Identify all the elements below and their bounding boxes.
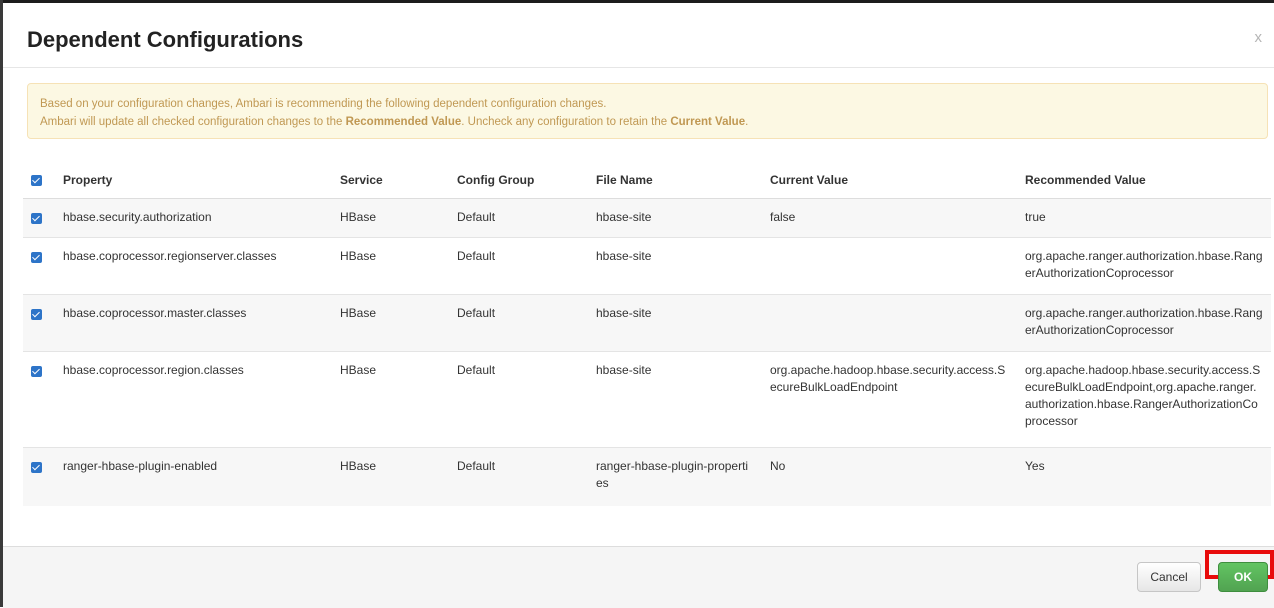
table-row: hbase.coprocessor.region.classes HBase D…	[23, 351, 1271, 448]
table-row: hbase.coprocessor.master.classes HBase D…	[23, 294, 1271, 352]
config-group-cell: Default	[449, 351, 588, 448]
header-file-name: File Name	[588, 162, 762, 199]
select-all-checkbox[interactable]	[31, 175, 42, 187]
table-row: ranger-hbase-plugin-enabled HBase Defaul…	[23, 447, 1271, 506]
window-frame-left	[0, 0, 3, 607]
dialog-footer	[3, 546, 1274, 608]
alert-text: . Uncheck any configuration to retain th…	[461, 116, 671, 128]
current-value-cell: No	[762, 447, 1017, 506]
header-config-group: Config Group	[449, 162, 588, 199]
dependent-config-table: Property Service Config Group File Name …	[23, 162, 1271, 506]
service-cell: HBase	[332, 294, 449, 352]
header-property: Property	[55, 162, 332, 199]
row-checkbox-cell	[23, 447, 55, 506]
alert-text: Ambari will update all checked configura…	[40, 116, 346, 128]
alert-line-2: Ambari will update all checked configura…	[40, 113, 1255, 131]
config-group-cell: Default	[449, 198, 588, 238]
alert-bold-recommended: Recommended Value	[345, 116, 462, 128]
row-checkbox[interactable]	[31, 213, 42, 224]
ok-button[interactable]: OK	[1218, 562, 1268, 592]
file-name-cell: hbase-site	[588, 294, 762, 352]
dialog-header: Dependent Configurations x	[3, 3, 1274, 68]
row-checkbox[interactable]	[31, 462, 42, 473]
current-value-cell: org.apache.hadoop.hbase.security.access.…	[762, 351, 1017, 448]
service-cell: HBase	[332, 447, 449, 506]
property-cell: hbase.coprocessor.region.classes	[55, 351, 332, 448]
property-cell: hbase.coprocessor.regionserver.classes	[55, 237, 332, 295]
service-cell: HBase	[332, 198, 449, 238]
service-cell: HBase	[332, 237, 449, 295]
file-name-cell: hbase-site	[588, 351, 762, 448]
file-name-cell: hbase-site	[588, 237, 762, 295]
row-checkbox[interactable]	[31, 309, 42, 320]
cancel-button[interactable]: Cancel	[1137, 562, 1201, 592]
header-current-value: Current Value	[762, 162, 1017, 199]
config-group-cell: Default	[449, 447, 588, 506]
service-cell: HBase	[332, 351, 449, 448]
property-cell: hbase.coprocessor.master.classes	[55, 294, 332, 352]
recommendation-alert: Based on your configuration changes, Amb…	[27, 83, 1268, 139]
alert-text: .	[745, 116, 749, 128]
current-value-cell	[762, 237, 1017, 295]
property-cell: ranger-hbase-plugin-enabled	[55, 447, 332, 506]
table-row: hbase.security.authorization HBase Defau…	[23, 198, 1271, 238]
config-group-cell: Default	[449, 294, 588, 352]
current-value-cell: false	[762, 198, 1017, 238]
recommended-value-cell: Yes	[1017, 447, 1271, 506]
alert-line-1: Based on your configuration changes, Amb…	[40, 98, 607, 110]
recommended-value-cell: true	[1017, 198, 1271, 238]
row-checkbox-cell	[23, 198, 55, 238]
row-checkbox-cell	[23, 294, 55, 352]
select-all-cell	[23, 162, 55, 199]
recommended-value-cell: org.apache.ranger.authorization.hbase.Ra…	[1017, 237, 1271, 295]
property-cell: hbase.security.authorization	[55, 198, 332, 238]
row-checkbox[interactable]	[31, 252, 42, 263]
row-checkbox-cell	[23, 237, 55, 295]
file-name-cell: ranger-hbase-plugin-properties	[588, 447, 762, 506]
table-row: hbase.coprocessor.regionserver.classes H…	[23, 237, 1271, 295]
file-name-cell: hbase-site	[588, 198, 762, 238]
alert-bold-current: Current Value	[670, 116, 746, 128]
recommended-value-cell: org.apache.hadoop.hbase.security.access.…	[1017, 351, 1271, 448]
header-recommended-value: Recommended Value	[1017, 162, 1271, 199]
dialog-title: Dependent Configurations	[27, 27, 304, 52]
row-checkbox[interactable]	[31, 366, 42, 377]
close-icon[interactable]: x	[1255, 29, 1263, 46]
current-value-cell	[762, 294, 1017, 352]
recommended-value-cell: org.apache.ranger.authorization.hbase.Ra…	[1017, 294, 1271, 352]
row-checkbox-cell	[23, 351, 55, 448]
config-group-cell: Default	[449, 237, 588, 295]
header-service: Service	[332, 162, 449, 199]
table-header-row: Property Service Config Group File Name …	[23, 162, 1271, 199]
